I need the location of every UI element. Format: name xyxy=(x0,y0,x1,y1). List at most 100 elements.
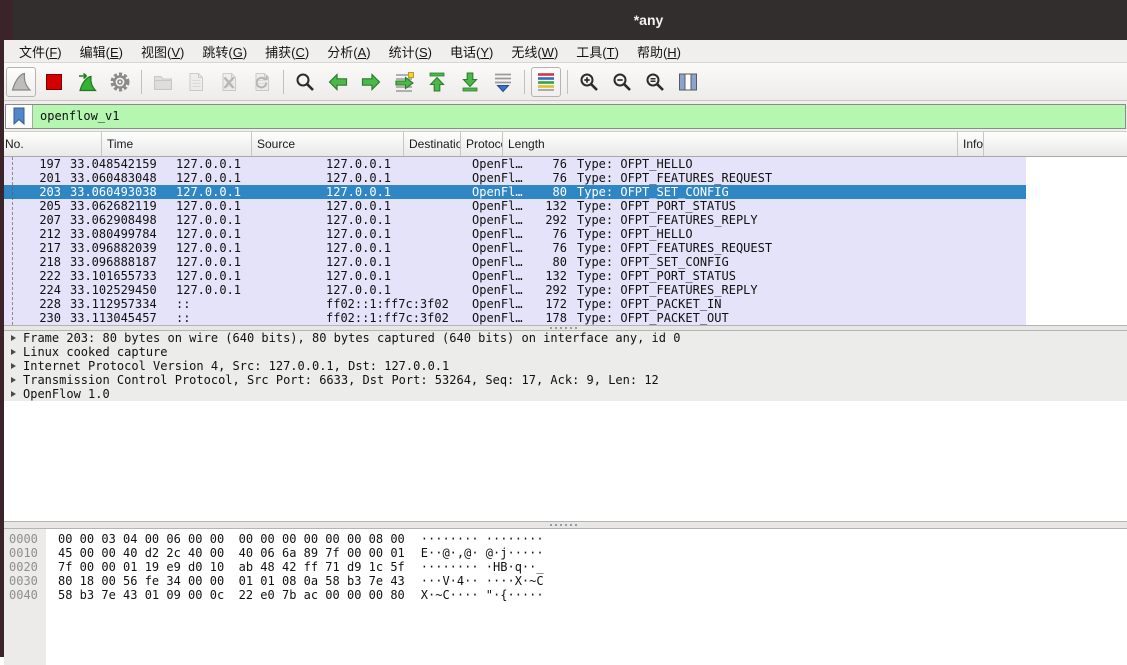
packet-row[interactable]: 212 33.080499784 127.0.0.1 127.0.0.1 OpenFl…… xyxy=(0,227,1026,241)
save-file-icon xyxy=(185,71,207,93)
go-top-icon xyxy=(426,71,448,93)
related-packets-gutter xyxy=(12,157,13,325)
splitter-grip-icon xyxy=(550,327,577,329)
packet-rows: 197 33.048542159 127.0.0.1 127.0.0.1 OpenFl…… xyxy=(0,157,1127,325)
expander-icon[interactable] xyxy=(11,377,16,383)
packet-row[interactable]: 217 33.096882039 127.0.0.1 127.0.0.1 OpenFl…… xyxy=(0,241,1026,255)
zoom-out-icon xyxy=(611,71,633,93)
packet-row[interactable]: 228 33.112957334:: ff02::1:ff7c:3f02 OpenFl… xyxy=(0,297,1026,311)
packet-row[interactable]: 222 33.101655733 127.0.0.1 127.0.0.1 OpenFl…… xyxy=(0,269,1026,283)
close-file-button[interactable] xyxy=(214,67,244,97)
column-header-length[interactable]: Length xyxy=(503,132,958,156)
details-hex-splitter[interactable] xyxy=(0,521,1127,529)
auto-scroll-button[interactable] xyxy=(488,67,518,97)
filter-bar xyxy=(0,101,1127,132)
close-file-icon xyxy=(218,71,240,93)
hex-row[interactable]: 0020 7f 00 00 01 19 e9 d0 10 ab 48 42 ff … xyxy=(0,560,1127,574)
go-to-packet-button[interactable] xyxy=(389,67,419,97)
packet-row[interactable]: 205 33.062682119 127.0.0.1 127.0.0.1 OpenFl…… xyxy=(0,199,1026,213)
toolbar-separator xyxy=(524,69,525,94)
main-toolbar xyxy=(0,63,1127,101)
find-icon xyxy=(294,71,316,93)
menu-item-view[interactable]: 视图(V) xyxy=(132,40,193,63)
find-packet-button[interactable] xyxy=(290,67,320,97)
toolbar-file-group xyxy=(148,67,277,97)
menu-item-help[interactable]: 帮助(H) xyxy=(628,40,690,63)
resize-columns-button[interactable] xyxy=(673,67,703,97)
back-arrow-icon xyxy=(327,71,349,93)
toolbar-colorize-group xyxy=(531,66,561,97)
menu-item-statistics[interactable]: 统计(S) xyxy=(380,40,441,63)
splitter-grip-icon xyxy=(550,524,577,526)
hex-row[interactable]: 0030 80 18 00 56 fe 34 00 00 01 01 08 0a … xyxy=(0,574,1127,588)
go-to-bottom-button[interactable] xyxy=(455,67,485,97)
packet-row[interactable]: 201 33.060483048 127.0.0.1 127.0.0.1 OpenFl…… xyxy=(0,171,1026,185)
column-header-destination[interactable]: Destination xyxy=(404,132,461,156)
colorize-button[interactable] xyxy=(531,66,561,97)
column-header-no[interactable]: No. xyxy=(0,132,102,156)
save-file-button[interactable] xyxy=(181,67,211,97)
expander-icon[interactable] xyxy=(11,335,16,341)
start-capture-button[interactable] xyxy=(6,66,36,97)
open-file-button[interactable] xyxy=(148,67,178,97)
window-left-border xyxy=(0,40,4,657)
zoom-out-button[interactable] xyxy=(607,67,637,97)
wireshark-fin-icon xyxy=(10,71,32,93)
window-title: *any xyxy=(633,12,664,28)
display-filter-input[interactable] xyxy=(33,104,1125,128)
expander-icon[interactable] xyxy=(11,363,16,369)
restart-icon xyxy=(76,71,98,93)
packet-details-pane: Frame 203: 80 bytes on wire (640 bits), … xyxy=(0,331,1127,521)
go-to-top-button[interactable] xyxy=(422,67,452,97)
packet-list: 197 33.048542159 127.0.0.1 127.0.0.1 OpenFl…… xyxy=(0,157,1127,325)
detail-row[interactable]: Internet Protocol Version 4, Src: 127.0.… xyxy=(0,359,1127,373)
menu-item-telephony[interactable]: 电话(Y) xyxy=(441,40,502,63)
stop-icon xyxy=(43,71,65,93)
hex-row[interactable]: 0010 45 00 00 40 d2 2c 40 00 40 06 6a 89 … xyxy=(0,546,1127,560)
column-header-source[interactable]: Source xyxy=(252,132,404,156)
detail-row[interactable]: Frame 203: 80 bytes on wire (640 bits), … xyxy=(0,331,1127,345)
column-header-time[interactable]: Time xyxy=(102,132,252,156)
toolbar-separator xyxy=(567,69,568,94)
menu-item-edit[interactable]: 编辑(E) xyxy=(71,40,132,63)
packet-row[interactable]: 218 33.096888187 127.0.0.1 127.0.0.1 OpenFl…… xyxy=(0,255,1026,269)
go-back-button[interactable] xyxy=(323,67,353,97)
menu-item-capture[interactable]: 捕获(C) xyxy=(256,40,318,63)
capture-options-icon xyxy=(109,71,131,93)
restart-capture-button[interactable] xyxy=(72,67,102,97)
hex-row[interactable]: 0000 00 00 03 04 00 06 00 00 00 00 00 00 … xyxy=(0,532,1127,546)
packet-row[interactable]: 203 33.060493038 127.0.0.1 127.0.0.1 OpenFl…… xyxy=(0,185,1026,199)
column-header-protocol[interactable]: Protocol xyxy=(461,132,503,156)
menu-item-analyze[interactable]: 分析(A) xyxy=(318,40,379,63)
detail-row[interactable]: Transmission Control Protocol, Src Port:… xyxy=(0,373,1127,387)
detail-row[interactable]: Linux cooked capture xyxy=(0,345,1127,359)
packet-row[interactable]: 197 33.048542159 127.0.0.1 127.0.0.1 OpenFl…… xyxy=(0,157,1026,171)
packet-list-header: No. Time Source Destination Protocol Len… xyxy=(0,132,1127,157)
menu-item-wireless[interactable]: 无线(W) xyxy=(502,40,567,63)
packet-row[interactable]: 224 33.102529450 127.0.0.1 127.0.0.1 OpenFl…… xyxy=(0,283,1026,297)
packet-row[interactable]: 230 33.113045457:: ff02::1:ff7c:3f02 OpenFl… xyxy=(0,311,1026,325)
expander-icon[interactable] xyxy=(11,349,16,355)
filter-bookmark-button[interactable] xyxy=(6,104,33,128)
toolbar-zoom-group xyxy=(574,67,703,97)
menu-bar: 文件(F) 编辑(E) 视图(V) 跳转(G) 捕获(C) 分析(A) 统计(S… xyxy=(0,40,1127,63)
menu-item-go[interactable]: 跳转(G) xyxy=(193,40,256,63)
menu-item-tools[interactable]: 工具(T) xyxy=(567,40,628,63)
menu-item-file[interactable]: 文件(F) xyxy=(10,40,71,63)
packet-row[interactable]: 207 33.062908498 127.0.0.1 127.0.0.1 OpenFl…… xyxy=(0,213,1026,227)
zoom-in-icon xyxy=(578,71,600,93)
hex-dump-pane: 0000 00 00 03 04 00 06 00 00 00 00 00 00 … xyxy=(0,529,1127,665)
detail-row[interactable]: OpenFlow 1.0 xyxy=(0,387,1127,401)
zoom-reset-button[interactable] xyxy=(640,67,670,97)
reload-file-button[interactable] xyxy=(247,67,277,97)
hex-row[interactable]: 0040 58 b3 7e 43 01 09 00 0c 22 e0 7b ac … xyxy=(0,588,1127,602)
bookmark-icon xyxy=(8,105,30,127)
go-bottom-icon xyxy=(459,71,481,93)
column-header-info[interactable]: Info xyxy=(958,132,985,156)
zoom-in-button[interactable] xyxy=(574,67,604,97)
capture-options-button[interactable] xyxy=(105,67,135,97)
stop-capture-button[interactable] xyxy=(39,67,69,97)
toolbar-separator xyxy=(283,69,284,94)
expander-icon[interactable] xyxy=(11,391,16,397)
go-forward-button[interactable] xyxy=(356,67,386,97)
